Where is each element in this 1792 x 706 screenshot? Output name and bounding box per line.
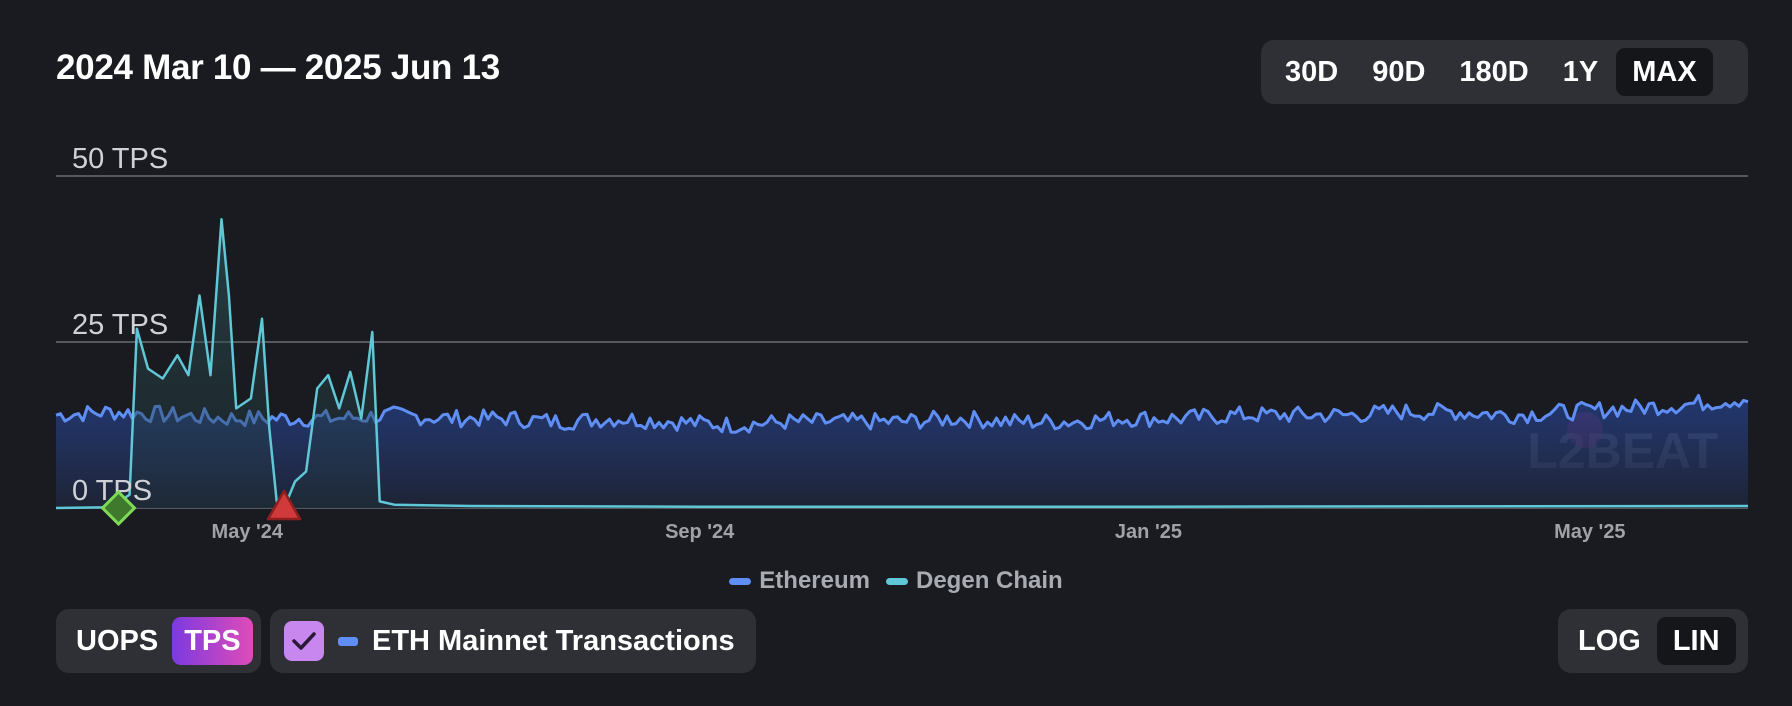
x-tick-label: Jan '25 (1115, 521, 1182, 543)
x-tick-label: May '24 (212, 521, 284, 543)
range-90d-button[interactable]: 90D (1356, 48, 1441, 96)
legend-swatch-ethereum (729, 577, 752, 585)
legend-label-degen-chain: Degen Chain (916, 567, 1063, 594)
range-1y-button[interactable]: 1Y (1547, 48, 1614, 96)
eth-series-swatch (338, 636, 358, 646)
mode-tps-button[interactable]: TPS (172, 617, 253, 665)
x-tick-label: May '25 (1554, 521, 1625, 543)
range-max-button[interactable]: MAX (1616, 48, 1713, 96)
legend-item-degen-chain: Degen Chain (886, 567, 1063, 595)
x-tick-label: Sep '24 (665, 521, 735, 543)
y-tick-label: 25 TPS (72, 309, 168, 341)
checkbox-checked-icon[interactable] (284, 621, 324, 661)
legend-item-ethereum: Ethereum (729, 567, 870, 595)
range-180d-button[interactable]: 180D (1443, 48, 1544, 96)
check-icon (292, 632, 316, 650)
eth-mainnet-toggle[interactable]: ETH Mainnet Transactions (270, 609, 756, 673)
range-30d-button[interactable]: 30D (1269, 48, 1354, 96)
date-range-title: 2024 Mar 10 — 2025 Jun 13 (56, 48, 500, 87)
time-range-selector: 30D 90D 180D 1Y MAX (1261, 40, 1748, 104)
y-tick-label: 50 TPS (72, 143, 168, 175)
chart-legend: Ethereum Degen Chain (0, 566, 1792, 596)
mode-uops-button[interactable]: UOPS (76, 617, 164, 665)
metric-mode-selector: UOPS TPS (56, 609, 261, 673)
scale-log-button[interactable]: LOG (1578, 617, 1647, 665)
eth-toggle-label: ETH Mainnet Transactions (372, 624, 735, 657)
activity-chart: L2BEAT50 TPS25 TPS0 TPSMay '24Sep '24Jan… (55, 143, 1749, 543)
legend-label-ethereum: Ethereum (759, 567, 870, 594)
scale-selector: LOG LIN (1558, 609, 1748, 673)
scale-lin-button[interactable]: LIN (1656, 617, 1736, 665)
legend-swatch-degen-chain (886, 577, 908, 585)
